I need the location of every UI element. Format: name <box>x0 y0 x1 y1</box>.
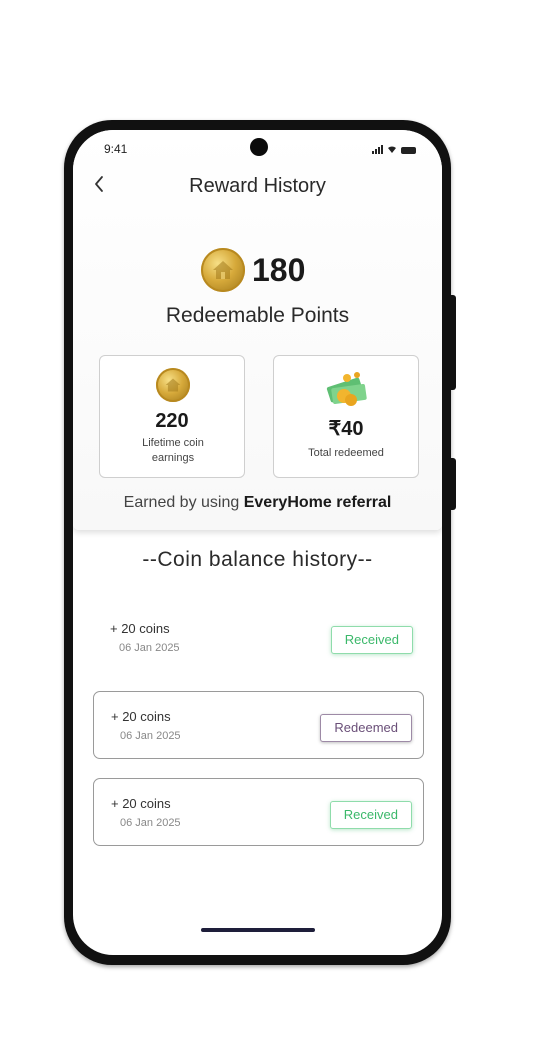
redeemable-points-value: 180 <box>252 252 306 288</box>
reward-summary-panel: 9:41 Reward History 180 Redeemable Point… <box>73 130 442 530</box>
history-date: 06 Jan 2025 <box>119 642 180 654</box>
history-row: + 20 coins 06 Jan 2025 Received <box>93 778 424 846</box>
signal-icon <box>372 145 383 154</box>
status-badge: Received <box>329 801 412 829</box>
total-redeemed-card: ₹40 Total redeemed <box>273 355 419 478</box>
total-redeemed-label: Total redeemed <box>308 447 384 459</box>
status-icons <box>372 144 416 154</box>
status-time: 9:41 <box>104 142 128 156</box>
lifetime-earnings-label: Lifetime coin earnings <box>142 437 204 464</box>
power-button <box>450 458 456 510</box>
history-section-title: --Coin balance history-- <box>142 548 373 571</box>
history-amount: + 20 coins <box>111 709 171 724</box>
history-date: 06 Jan 2025 <box>120 817 181 829</box>
wifi-icon <box>388 146 396 153</box>
status-badge: Received <box>330 626 413 654</box>
referral-brand: EveryHome referral <box>243 494 392 511</box>
phone-screen: 9:41 Reward History 180 Redeemable Point… <box>73 130 442 955</box>
history-date: 06 Jan 2025 <box>120 730 181 742</box>
gold-coin-home-icon <box>156 368 190 402</box>
redeemable-points-label: Redeemable Points <box>165 304 350 327</box>
total-redeemed-value: ₹40 <box>328 418 364 440</box>
volume-button <box>450 295 456 390</box>
page-title: Reward History <box>189 175 326 197</box>
gold-coin-home-icon <box>201 248 245 292</box>
status-badge: Redeemed <box>320 714 412 742</box>
lifetime-earnings-value: 220 <box>155 410 189 432</box>
history-row: + 20 coins 06 Jan 2025 Received <box>93 604 424 672</box>
battery-icon <box>401 147 416 154</box>
cash-coins-icon <box>326 372 367 406</box>
home-indicator[interactable] <box>201 928 315 932</box>
history-row: + 20 coins 06 Jan 2025 Redeemed <box>93 691 424 759</box>
referral-note: Earned by using EveryHome referral <box>73 494 442 512</box>
lifetime-earnings-card: 220 Lifetime coin earnings <box>99 355 245 478</box>
front-camera <box>250 138 268 156</box>
referral-prefix: Earned by using <box>123 494 244 511</box>
history-amount: + 20 coins <box>111 796 171 811</box>
history-amount: + 20 coins <box>110 621 170 636</box>
phone-frame: 9:41 Reward History 180 Redeemable Point… <box>64 120 456 965</box>
